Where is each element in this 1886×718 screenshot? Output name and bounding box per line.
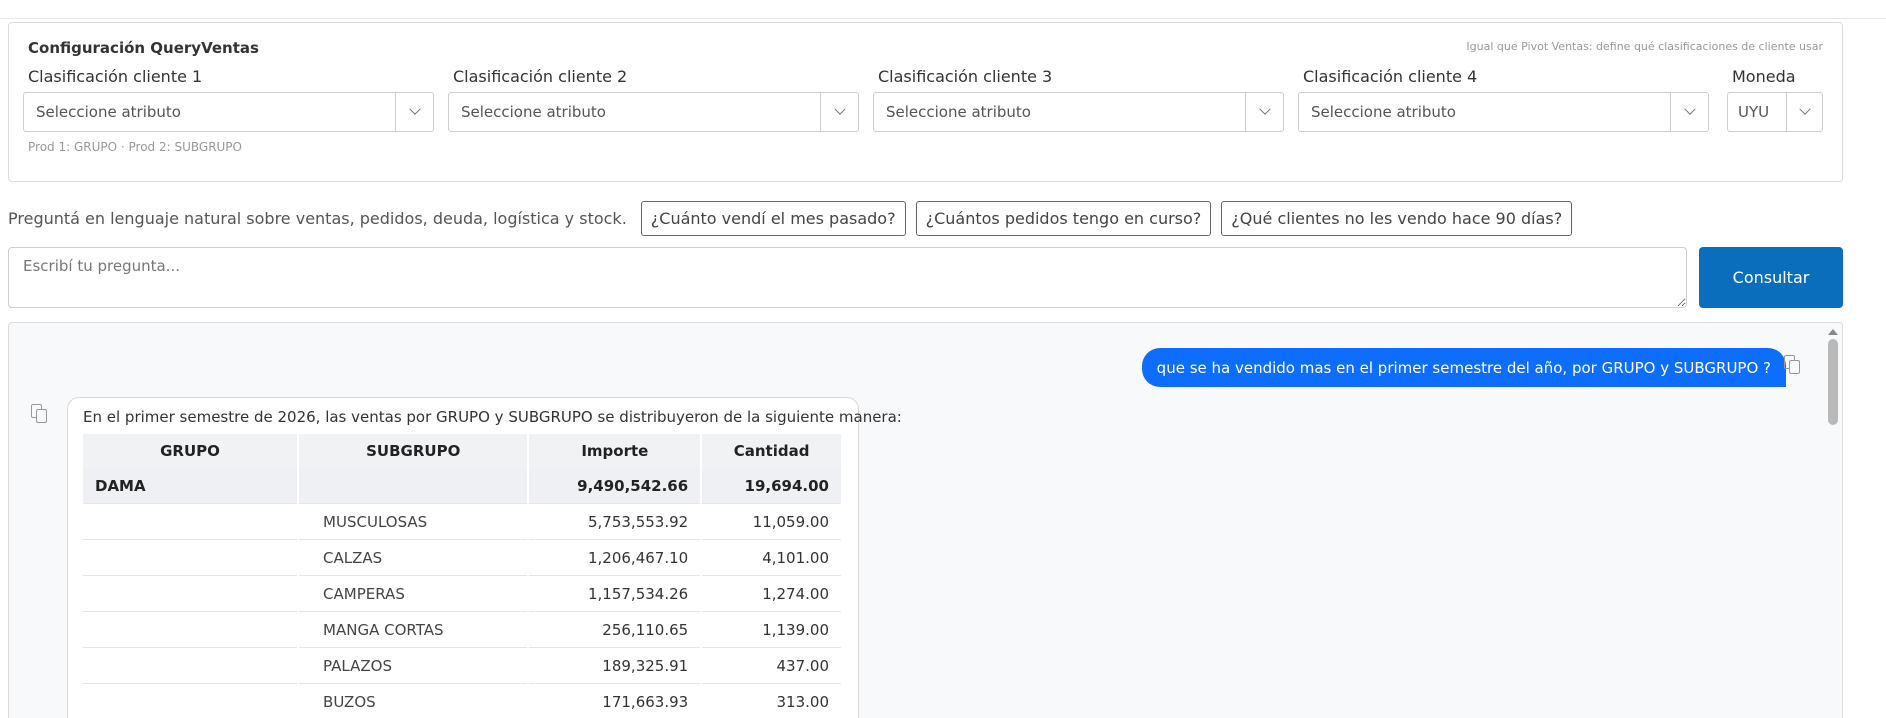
classification-1-field: Clasificación cliente 1 Seleccione atrib… [23,67,434,132]
header-importe: Importe [529,434,701,468]
cell-cantidad: 1,139.00 [702,612,841,648]
cell-importe: 189,325.91 [529,648,701,684]
classification-2-value: Seleccione atributo [461,103,606,121]
currency-label: Moneda [1732,67,1796,86]
cell-subgrupo: CAMPERAS [299,576,528,612]
cell-grupo: DAMA [83,468,298,504]
classification-4-select[interactable]: Seleccione atributo [1298,92,1709,132]
ask-intro-row: Preguntá en lenguaje natural sobre venta… [8,200,1573,236]
chevron-down-icon[interactable] [395,93,433,131]
table-row-group: DAMA 9,490,542.66 19,694.00 [83,468,841,504]
user-message: que se ha vendido mas en el primer semes… [1141,348,1786,387]
classification-3-select[interactable]: Seleccione atributo [873,92,1284,132]
suggestion-orders-in-progress-button[interactable]: ¿Cuántos pedidos tengo en curso? [915,200,1212,236]
product-hierarchy-note: Prod 1: GRUPO · Prod 2: SUBGRUPO [28,140,242,154]
copy-icon[interactable] [1784,355,1802,375]
consult-button[interactable]: Consultar [1699,247,1843,308]
chat-scrollbar[interactable] [1827,329,1839,718]
cell-grupo [83,576,298,612]
table-row: CAMPERAS 1,157,534.26 1,274.00 [83,576,841,612]
chevron-down-icon[interactable] [1786,93,1822,131]
ask-intro-text: Preguntá en lenguaje natural sobre venta… [8,208,627,228]
assistant-message: En el primer semestre de 2026, las venta… [67,397,902,718]
classification-4-field: Clasificación cliente 4 Seleccione atrib… [1298,67,1709,132]
chevron-down-icon[interactable] [1245,93,1283,131]
classification-3-value: Seleccione atributo [886,103,1031,121]
cell-importe: 1,157,534.26 [529,576,701,612]
cell-cantidad: 437.00 [702,648,841,684]
classification-1-select[interactable]: Seleccione atributo [23,92,434,132]
currency-field: Moneda UYU [1727,67,1823,132]
currency-value: UYU [1738,103,1770,121]
cell-importe: 256,110.65 [529,612,701,648]
cell-cantidad: 19,694.00 [702,468,841,504]
table-header-row: GRUPO SUBGRUPO Importe Cantidad [83,434,841,468]
cell-grupo [83,504,298,540]
chevron-down-icon[interactable] [1670,93,1708,131]
config-hint: Igual que Pivot Ventas: define qué clasi… [1466,40,1823,53]
classification-2-field: Clasificación cliente 2 Seleccione atrib… [448,67,859,132]
header-grupo: GRUPO [83,434,298,468]
cell-importe: 5,753,553.92 [529,504,701,540]
classification-1-value: Seleccione atributo [36,103,181,121]
table-row: MUSCULOSAS 5,753,553.92 11,059.00 [83,504,841,540]
copy-icon[interactable] [31,404,49,424]
classification-3-label: Clasificación cliente 3 [878,67,1053,86]
cell-importe: 1,206,467.10 [529,540,701,576]
cell-grupo [83,648,298,684]
cell-cantidad: 1,274.00 [702,576,841,612]
scroll-up-icon[interactable] [1828,329,1838,335]
cell-grupo [83,540,298,576]
header-subgrupo: SUBGRUPO [299,434,528,468]
cell-cantidad: 313.00 [702,684,841,718]
cell-subgrupo: MANGA CORTAS [299,612,528,648]
table-row: BUZOS 171,663.93 313.00 [83,684,841,718]
classification-4-value: Seleccione atributo [1311,103,1456,121]
table-row: PALAZOS 189,325.91 437.00 [83,648,841,684]
question-input[interactable] [8,247,1687,308]
suggestion-last-month-button[interactable]: ¿Cuánto vendí el mes pasado? [640,200,906,236]
cell-grupo [83,684,297,718]
results-table: GRUPO SUBGRUPO Importe Cantidad DAMA 9,4… [81,434,843,718]
classification-4-label: Clasificación cliente 4 [1303,67,1478,86]
config-panel: Configuración QueryVentas Igual que Pivo… [8,22,1843,182]
chat-panel: que se ha vendido mas en el primer semes… [8,322,1843,718]
classification-2-label: Clasificación cliente 2 [453,67,628,86]
assistant-intro: En el primer semestre de 2026, las venta… [83,408,902,426]
classification-3-field: Clasificación cliente 3 Seleccione atrib… [873,67,1284,132]
table-row: CALZAS 1,206,467.10 4,101.00 [83,540,841,576]
cell-importe: 9,490,542.66 [529,468,701,504]
suggestion-inactive-clients-button[interactable]: ¿Qué clientes no les vendo hace 90 días? [1221,200,1573,236]
top-divider [0,18,1886,19]
cell-subgrupo: CALZAS [299,540,528,576]
currency-select[interactable]: UYU [1727,92,1823,132]
table-row: MANGA CORTAS 256,110.65 1,139.00 [83,612,841,648]
cell-cantidad: 11,059.00 [702,504,841,540]
cell-subgrupo: MUSCULOSAS [299,504,528,540]
cell-subgrupo: PALAZOS [299,648,528,684]
cell-grupo [83,612,298,648]
cell-cantidad: 4,101.00 [702,540,841,576]
chevron-down-icon[interactable] [820,93,858,131]
cell-importe: 171,663.93 [529,684,700,718]
cell-subgrupo: BUZOS [299,684,527,718]
classification-2-select[interactable]: Seleccione atributo [448,92,859,132]
cell-subgrupo [299,468,528,504]
classification-1-label: Clasificación cliente 1 [28,67,203,86]
scroll-thumb[interactable] [1828,339,1838,425]
header-cantidad: Cantidad [702,434,841,468]
config-title: Configuración QueryVentas [28,39,259,57]
